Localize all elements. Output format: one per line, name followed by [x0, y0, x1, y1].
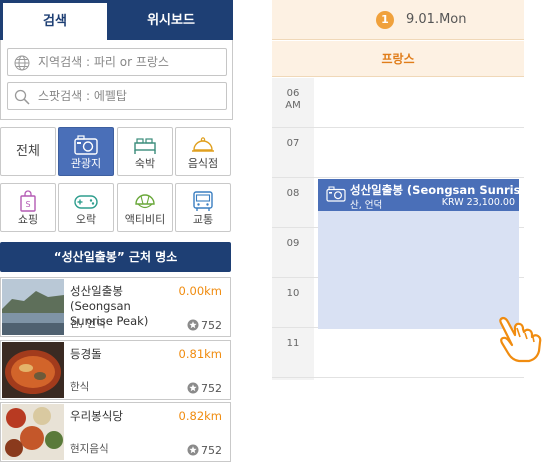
place-name: 등경돌	[70, 347, 102, 361]
place-count-value: 752	[201, 319, 222, 332]
day-header: 1 9.01.Mon	[272, 0, 524, 40]
spot-search-input[interactable]: 스팟검색 : 에펠탑	[7, 82, 227, 110]
shopping-bag-icon: S	[20, 190, 36, 212]
category-all-label: 전체	[16, 144, 40, 159]
category-label: 액티비티	[124, 213, 166, 226]
place-count-value: 752	[201, 444, 222, 457]
cloche-icon	[192, 137, 214, 152]
category-shopping[interactable]: S 쇼핑	[0, 183, 56, 232]
category-label: 관광지	[70, 157, 102, 170]
place-name: 우리봉식당	[70, 409, 123, 423]
time-label: 11	[286, 338, 300, 349]
globe-icon	[14, 55, 30, 71]
place-distance: 0.00km	[178, 284, 222, 298]
bus-icon	[193, 191, 213, 211]
place-item[interactable]: 등경돌 0.81km 한식 752	[0, 340, 231, 400]
category-restaurant[interactable]: 음식점	[175, 127, 231, 176]
svg-text:S: S	[25, 200, 30, 209]
event-title-bar[interactable]: 성산일출봉 (Seongsan Sunrise Peak) 산, 언덕 KRW …	[318, 179, 519, 211]
category-transport[interactable]: 교통	[175, 183, 231, 232]
place-photo	[2, 404, 64, 460]
nearby-header: “성산일출봉” 근처 명소	[0, 242, 231, 272]
bed-icon	[134, 138, 156, 154]
place-item[interactable]: 우리봉식당 0.82km 현지음식 752	[0, 402, 231, 462]
tab-bar: 검색 위시보드	[0, 0, 233, 40]
place-distance: 0.82km	[178, 409, 222, 423]
scheduled-event[interactable]: 성산일출봉 (Seongsan Sunrise Peak) 산, 언덕 KRW …	[318, 179, 519, 329]
gamepad-icon	[74, 195, 98, 209]
category-grid: 전체 관광지 숙박 음식점 S 쇼핑 오락 액티비티 교통	[0, 127, 233, 234]
place-count: 752	[187, 319, 222, 332]
category-label: 교통	[192, 213, 214, 226]
category-label: 오락	[75, 213, 97, 226]
place-count: 752	[187, 444, 222, 457]
category-tourist-spot[interactable]: 관광지	[58, 127, 114, 176]
place-photo	[2, 279, 64, 335]
star-badge-icon	[187, 382, 199, 394]
time-slot[interactable]: 06 AM	[272, 78, 524, 128]
place-distance: 0.81km	[178, 347, 222, 361]
region-search-placeholder: 지역검색 : 파리 or 프랑스	[38, 55, 169, 69]
time-label: 10	[286, 288, 300, 299]
tab-wishboard[interactable]: 위시보드	[109, 1, 233, 39]
star-badge-icon	[187, 444, 199, 456]
helmet-icon	[135, 194, 155, 209]
category-label: 음식점	[187, 157, 219, 170]
category-all[interactable]: 전체	[0, 127, 56, 176]
time-grid: 06 AM 07 08 09 10 11 성산일출봉 (Seongsan Sun…	[272, 78, 524, 380]
day-schedule-panel: 1 9.01.Mon 프랑스 06 AM 07 08 09 10 11 성산일출…	[272, 0, 524, 380]
place-item[interactable]: 성산일출봉 (Seongsan Sunrise Peak) 0.00km 산, …	[0, 277, 231, 337]
time-slot[interactable]: 07	[272, 128, 524, 178]
category-label: 숙박	[134, 157, 156, 170]
tab-search[interactable]: 검색	[3, 3, 107, 40]
event-category: 산, 언덕	[350, 200, 383, 211]
category-label: 쇼핑	[17, 213, 39, 226]
category-activity[interactable]: 액티비티	[117, 183, 173, 232]
place-photo	[2, 342, 64, 398]
category-entertainment[interactable]: 오락	[58, 183, 114, 232]
category-lodging[interactable]: 숙박	[117, 127, 173, 176]
time-label: 09	[286, 238, 300, 249]
place-category: 산, 언덕	[70, 318, 106, 330]
event-price: KRW 23,100.00	[437, 197, 515, 208]
place-count: 752	[187, 382, 222, 395]
region-search-input[interactable]: 지역검색 : 파리 or 프랑스	[7, 48, 227, 76]
time-slot[interactable]: 11	[272, 328, 524, 378]
region-label: 프랑스	[272, 41, 524, 77]
place-category: 현지음식	[70, 443, 109, 455]
time-label: 07	[286, 138, 300, 149]
place-category: 한식	[70, 381, 90, 393]
day-date: 9.01.Mon	[406, 12, 467, 27]
left-panel: 검색 위시보드 지역검색 : 파리 or 프랑스 스팟검색 : 에펠탑 전체 관…	[0, 0, 233, 462]
time-label: 08	[286, 188, 300, 199]
spot-search-placeholder: 스팟검색 : 에펠탑	[38, 89, 127, 103]
search-panel: 지역검색 : 파리 or 프랑스 스팟검색 : 에펠탑	[0, 40, 233, 120]
event-title: 성산일출봉 (Seongsan Sunrise Peak)	[350, 183, 519, 197]
camera-icon	[74, 135, 98, 155]
place-count-value: 752	[201, 382, 222, 395]
search-icon	[14, 89, 30, 105]
pointer-hand-icon	[499, 316, 542, 363]
day-number-badge: 1	[376, 11, 394, 29]
time-label: 06 AM	[285, 88, 301, 111]
camera-icon	[326, 186, 346, 202]
star-badge-icon	[187, 319, 199, 331]
